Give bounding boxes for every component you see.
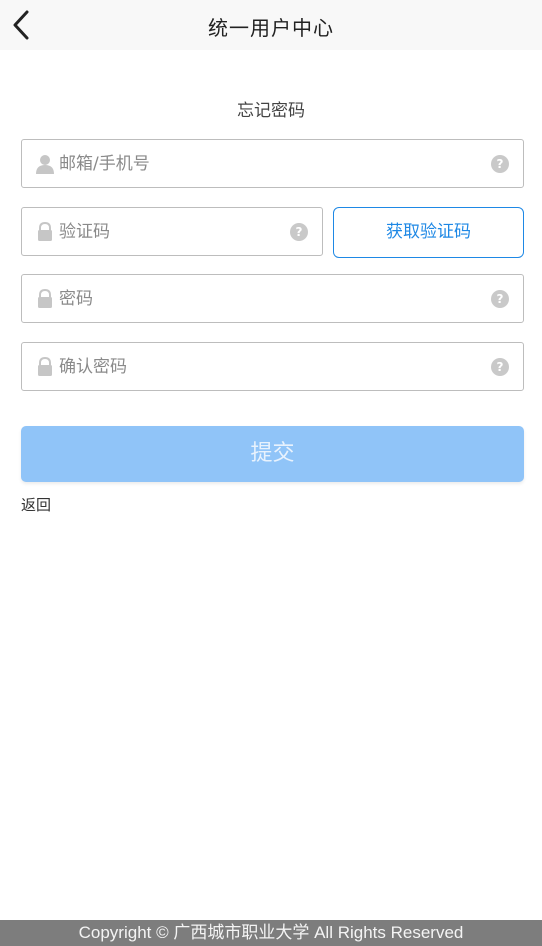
confirm-password-input[interactable] <box>59 343 483 390</box>
help-icon[interactable]: ? <box>491 358 509 376</box>
email-phone-field: ? <box>21 139 524 188</box>
page-title: 统一用户中心 <box>208 16 334 40</box>
email-phone-input[interactable] <box>59 140 483 187</box>
submit-button[interactable]: 提交 <box>21 426 524 482</box>
lock-icon <box>36 221 54 242</box>
forgot-password-page: 统一用户中心 忘记密码 ? ? 获取验证码 <box>0 0 542 946</box>
verification-code-field: ? <box>21 207 323 256</box>
form-heading: 忘记密码 <box>237 101 305 121</box>
password-field: ? <box>21 274 524 323</box>
help-icon[interactable]: ? <box>290 223 308 241</box>
help-icon[interactable]: ? <box>491 155 509 173</box>
get-verification-code-button[interactable]: 获取验证码 <box>333 207 524 258</box>
help-icon[interactable]: ? <box>491 290 509 308</box>
confirm-password-field: ? <box>21 342 524 391</box>
verification-code-input[interactable] <box>59 208 282 255</box>
lock-icon <box>36 288 54 309</box>
lock-icon <box>36 356 54 377</box>
footer-copyright: Copyright © 广西城市职业大学 All Rights Reserved <box>0 920 542 946</box>
user-icon <box>36 154 54 174</box>
return-link[interactable]: 返回 <box>21 494 51 515</box>
password-input[interactable] <box>59 275 483 322</box>
top-bar: 统一用户中心 <box>0 0 542 50</box>
